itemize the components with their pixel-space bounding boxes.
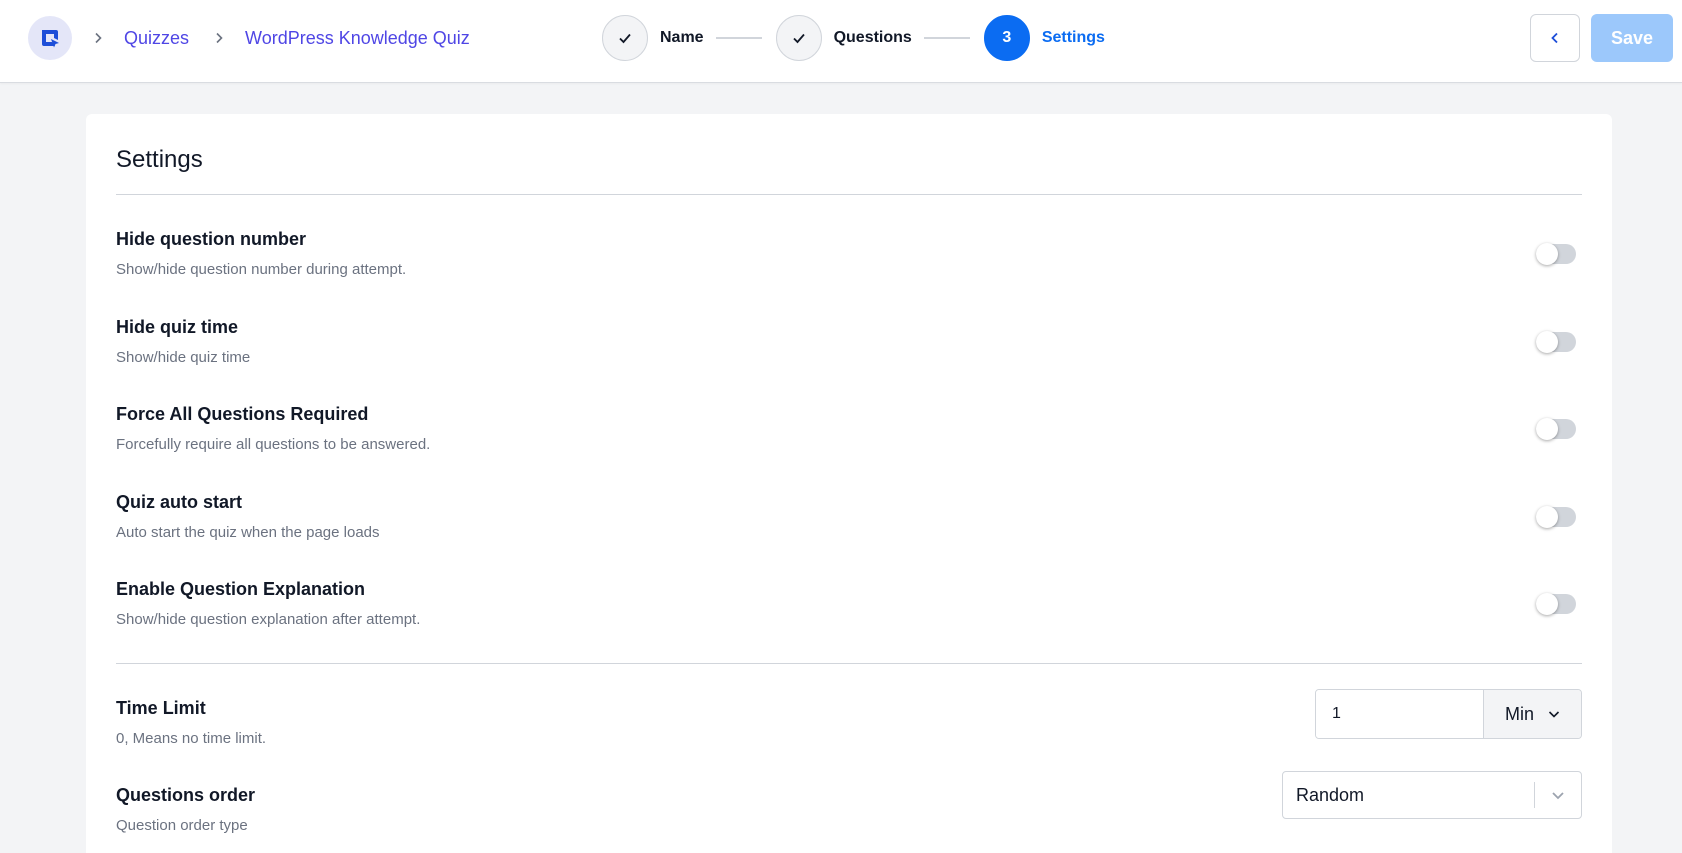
force-all-questions-required-toggle[interactable] — [1536, 418, 1576, 440]
step-settings-label[interactable]: Settings — [1042, 29, 1105, 47]
setting-description: Show/hide quiz time — [116, 349, 251, 366]
time-limit-input[interactable] — [1316, 690, 1484, 738]
toggle-knob — [1536, 593, 1558, 615]
breadcrumb-quizzes-link[interactable]: Quizzes — [124, 28, 189, 49]
step-connector — [923, 37, 970, 39]
quiz-auto-start-toggle[interactable] — [1536, 506, 1576, 528]
setting-force-all-questions-required: Force All Questions Required Forcefully … — [116, 404, 1582, 464]
select-separator — [1534, 782, 1535, 808]
check-icon — [619, 33, 631, 44]
chevron-right-icon — [209, 32, 229, 44]
step-name-circle[interactable] — [602, 15, 648, 61]
top-bar: Quizzes WordPress Knowledge Quiz Name Qu… — [0, 0, 1682, 83]
setting-enable-question-explanation: Enable Question Explanation Show/hide qu… — [116, 579, 1582, 639]
setting-description: Show/hide question number during attempt… — [116, 261, 407, 278]
setting-title: Time Limit — [116, 698, 206, 718]
setting-questions-order: Questions order Question order type Rand… — [116, 771, 1582, 845]
settings-title: Settings — [116, 146, 203, 173]
toggle-knob — [1536, 243, 1558, 265]
setting-description: Show/hide question explanation after att… — [116, 611, 421, 628]
enable-question-explanation-toggle[interactable] — [1536, 593, 1576, 615]
setting-hide-quiz-time: Hide quiz time Show/hide quiz time — [116, 317, 1582, 377]
wizard-stepper: Name Questions 3 Settings — [602, 15, 1105, 61]
app-logo[interactable] — [28, 16, 72, 60]
step-settings-circle[interactable]: 3 — [983, 15, 1030, 61]
setting-title: Questions order — [116, 785, 256, 805]
chevron-down-icon — [1547, 784, 1569, 806]
time-unit-value: Min — [1504, 703, 1534, 724]
setting-title: Quiz auto start — [116, 492, 243, 512]
setting-title: Hide question number — [116, 229, 307, 249]
setting-time-limit: Time Limit 0, Means no time limit. Min — [116, 689, 1582, 758]
setting-description: Forcefully require all questions to be a… — [116, 436, 431, 453]
toggle-knob — [1536, 331, 1558, 353]
setting-quiz-auto-start: Quiz auto start Auto start the quiz when… — [116, 492, 1582, 552]
logo-icon — [42, 30, 59, 48]
step-questions-circle[interactable] — [775, 15, 822, 61]
setting-description: Auto start the quiz when the page loads — [116, 524, 380, 541]
step-questions-label[interactable]: Questions — [834, 29, 912, 47]
save-button[interactable]: Save — [1591, 14, 1673, 62]
questions-order-value: Random — [1296, 785, 1365, 805]
time-limit-group: Min — [1315, 689, 1582, 739]
setting-description: 0, Means no time limit. — [116, 730, 267, 747]
divider — [116, 194, 1582, 195]
setting-description: Question order type — [116, 817, 248, 834]
hide-question-number-toggle[interactable] — [1536, 243, 1576, 265]
back-button[interactable] — [1530, 14, 1580, 62]
time-unit-select[interactable]: Min — [1484, 690, 1581, 738]
toggle-knob — [1536, 506, 1558, 528]
step-name-label[interactable]: Name — [660, 29, 704, 47]
hide-quiz-time-toggle[interactable] — [1536, 331, 1576, 353]
questions-order-select[interactable]: Random — [1282, 771, 1582, 819]
breadcrumb-quiz-link[interactable]: WordPress Knowledge Quiz — [245, 28, 470, 49]
chevron-down-icon — [1548, 711, 1560, 718]
divider — [116, 663, 1582, 664]
chevron-left-icon — [1551, 32, 1558, 44]
breadcrumb: Quizzes WordPress Knowledge Quiz — [88, 0, 470, 76]
setting-hide-question-number: Hide question number Show/hide question … — [116, 229, 1582, 289]
chevron-right-icon — [88, 32, 108, 44]
setting-title: Enable Question Explanation — [116, 579, 366, 599]
settings-card: Settings Hide question number Show/hide … — [86, 114, 1612, 853]
setting-title: Hide quiz time — [116, 317, 239, 337]
step-connector — [715, 37, 762, 39]
check-icon — [792, 33, 805, 44]
setting-title: Force All Questions Required — [116, 404, 369, 424]
toggle-knob — [1536, 418, 1558, 440]
